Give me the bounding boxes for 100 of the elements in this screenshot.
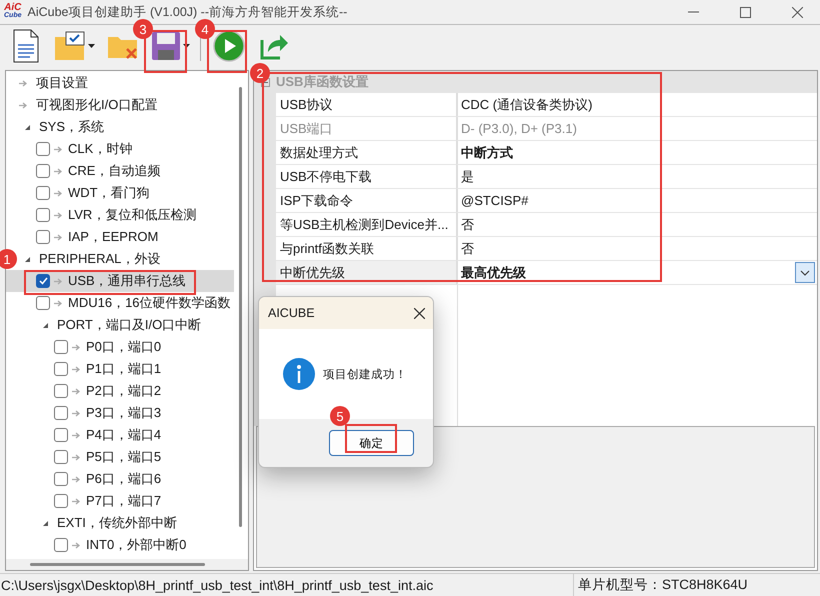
tree-item[interactable]: LVR，复位和低压检测 <box>6 204 234 226</box>
tree-item[interactable]: INT0，外部中断0 <box>6 534 234 556</box>
tree-group-label[interactable]: EXTI，传统外部中断 <box>57 514 177 532</box>
checkbox[interactable] <box>36 274 50 288</box>
expand-triangle-icon[interactable] <box>42 322 49 328</box>
tree-item[interactable]: WDT，看门狗 <box>6 182 234 204</box>
play-icon[interactable] <box>213 30 245 62</box>
caret-icon[interactable] <box>800 270 810 276</box>
ok-button[interactable]: 确定 <box>329 430 414 456</box>
arrow-icon <box>72 498 81 504</box>
checkbox[interactable] <box>36 164 50 178</box>
category-title: USB库函数设置 <box>276 73 368 91</box>
dialog-message: 项目创建成功！ <box>323 368 407 382</box>
file-path: C:\Users\jsgx\Desktop\8H_printf_usb_test_int\8H_printf_usb_test_int.aic <box>1 578 434 592</box>
dropdown-caret-icon[interactable] <box>182 44 190 48</box>
tree-item[interactable]: 项目设置 <box>6 72 234 94</box>
arrow-icon <box>54 278 63 284</box>
tree-item[interactable]: P6口，端口6 <box>6 468 234 490</box>
property-name[interactable]: ISP下载命令 <box>276 189 457 213</box>
arrow-icon <box>72 432 81 438</box>
property-value[interactable]: 否 <box>461 240 474 258</box>
save-icon[interactable] <box>150 31 180 61</box>
property-name[interactable]: 与printf函数关联 <box>276 237 457 261</box>
step-badge: 1 <box>0 249 17 269</box>
arrow-icon <box>19 80 28 86</box>
checkbox[interactable] <box>54 494 68 508</box>
minimize-icon[interactable] <box>688 11 698 13</box>
checkbox[interactable] <box>36 186 50 200</box>
tree-group-label[interactable]: PORT，端口及I/O口中断 <box>57 316 202 334</box>
expand-triangle-icon[interactable] <box>42 520 49 526</box>
checkbox[interactable] <box>54 384 68 398</box>
expand-triangle-icon[interactable] <box>24 124 31 130</box>
expand-triangle-icon[interactable] <box>24 256 31 262</box>
close-icon[interactable] <box>792 6 802 18</box>
arrow-icon <box>72 366 81 372</box>
property-name[interactable]: 数据处理方式 <box>276 141 457 165</box>
maximize-icon[interactable] <box>740 6 750 18</box>
checkmark-icon <box>38 277 48 285</box>
arrow-icon <box>72 454 81 460</box>
checkbox[interactable] <box>54 406 68 420</box>
tree-item[interactable]: IAP，EEPROM <box>6 226 234 248</box>
checkbox[interactable] <box>36 230 50 244</box>
arrow-icon <box>72 388 81 394</box>
tree-item[interactable]: CLK，时钟 <box>6 138 234 160</box>
checkbox[interactable] <box>54 340 68 354</box>
info-icon <box>283 358 315 390</box>
arrow-icon <box>54 190 63 196</box>
property-name[interactable]: USB协议 <box>276 93 457 117</box>
tree-item[interactable]: P5口，端口5 <box>6 446 234 468</box>
arrow-icon <box>54 234 63 240</box>
property-value[interactable]: 否 <box>461 216 474 234</box>
dialog-title: AICUBE <box>268 306 315 320</box>
checkbox[interactable] <box>36 296 50 310</box>
scrollbar[interactable] <box>239 87 242 527</box>
tree-item[interactable]: P1口，端口1 <box>6 358 234 380</box>
property-value[interactable]: CDC (通信设备类协议) <box>461 96 592 114</box>
tree-item[interactable]: P3口，端口3 <box>6 402 234 424</box>
dropdown-button[interactable] <box>795 262 815 283</box>
checkbox[interactable] <box>36 208 50 222</box>
arrow-icon <box>54 168 63 174</box>
checkbox[interactable] <box>54 472 68 486</box>
arrow-icon <box>54 212 63 218</box>
arrow-icon <box>72 542 81 548</box>
tree-item[interactable]: P4口，端口4 <box>6 424 234 446</box>
property-value[interactable]: 最高优先级 <box>461 264 526 282</box>
arrow-icon <box>54 146 63 152</box>
tree-item[interactable]: P2口，端口2 <box>6 380 234 402</box>
tree-item[interactable]: P7口，端口7 <box>6 490 234 512</box>
property-name[interactable]: 等USB主机检测到Device并... <box>276 213 457 237</box>
tree-item[interactable]: P0口，端口0 <box>6 336 234 358</box>
tree-item[interactable]: 可视图形化I/O口配置 <box>6 94 234 116</box>
property-value[interactable]: 是 <box>461 168 474 186</box>
highlight-frame <box>345 424 397 453</box>
checkbox[interactable] <box>54 362 68 376</box>
collapse-icon[interactable] <box>260 78 270 86</box>
arrow-icon <box>72 476 81 482</box>
checkbox[interactable] <box>54 428 68 442</box>
tree-item[interactable]: CRE，自动追频 <box>6 160 234 182</box>
arrow-icon <box>19 102 28 108</box>
arrow-icon <box>54 300 63 306</box>
step-badge: 3 <box>133 19 153 39</box>
property-name[interactable]: USB不停电下载 <box>276 165 457 189</box>
arrow-icon <box>72 410 81 416</box>
window-title: AiCube项目创建助手 (V1.00J) --前海方舟智能开发系统-- <box>28 5 348 19</box>
close-icon[interactable] <box>414 308 425 318</box>
property-value[interactable]: @STCISP# <box>461 193 528 208</box>
tree-item[interactable]: MDU16，16位硬件数学函数 <box>6 292 234 314</box>
checkbox[interactable] <box>36 142 50 156</box>
step-badge: 4 <box>195 19 215 39</box>
dropdown-caret-icon[interactable] <box>88 44 94 48</box>
tree-item[interactable]: USB，通用串行总线 <box>6 270 234 292</box>
property-name[interactable]: 中断优先级 <box>276 261 457 285</box>
checkbox[interactable] <box>54 538 68 552</box>
tree-group-label[interactable]: PERIPHERAL，外设 <box>39 250 160 268</box>
folder-checklist-icon[interactable] <box>54 31 86 61</box>
property-value[interactable]: 中断方式 <box>461 144 513 162</box>
scrollbar[interactable] <box>30 563 205 566</box>
new-document-icon[interactable] <box>12 29 40 63</box>
checkbox[interactable] <box>54 450 68 464</box>
tree-group-label[interactable]: SYS，系统 <box>39 118 104 136</box>
